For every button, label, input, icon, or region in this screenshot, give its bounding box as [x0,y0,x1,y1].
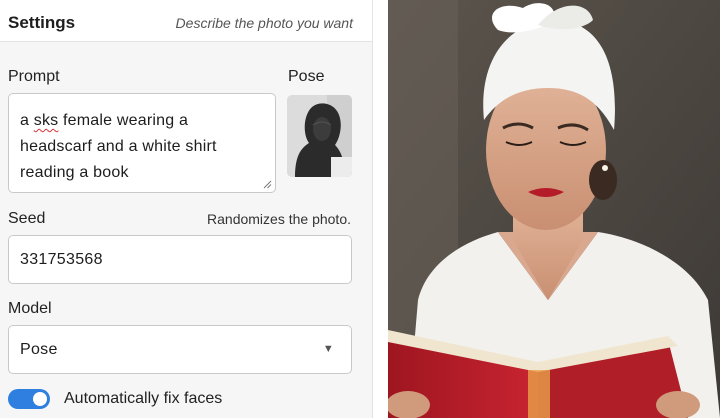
seed-input[interactable]: 331753568 [8,235,352,284]
model-select[interactable]: Pose ▼ [8,325,352,374]
spellcheck-flagged-word: sks [33,112,59,129]
panel-hint: Describe the photo you want [175,15,353,31]
prompt-line-3: reading a book [20,164,129,181]
fix-faces-toggle[interactable] [8,389,50,409]
generated-photo [388,0,720,418]
panel-title: Settings [8,13,76,32]
prompt-textarea[interactable]: a sks female wearing a headscarf and a w… [8,93,276,193]
resize-grip-icon[interactable] [263,180,272,189]
panel-header: Settings Describe the photo you want [0,0,372,42]
pose-reference-image [287,95,352,177]
settings-panel: Settings Describe the photo you want Pro… [0,0,373,418]
prompt-label: Prompt [8,68,60,85]
toggle-knob [33,392,47,406]
pose-label: Pose [288,68,325,85]
pose-thumbnail[interactable] [287,95,352,177]
prompt-line-2: headscarf and a white shirt [20,138,217,155]
seed-hint: Randomizes the photo. [207,211,351,227]
panel-divider [373,0,388,418]
prompt-line-1: a sks female wearing a [20,112,189,129]
seed-label: Seed [8,210,46,227]
model-label: Model [8,300,52,317]
generated-photo-image [388,0,720,418]
model-selected-value: Pose [20,341,58,358]
chevron-down-icon: ▼ [322,343,334,355]
fix-faces-label: Automatically fix faces [64,390,223,407]
